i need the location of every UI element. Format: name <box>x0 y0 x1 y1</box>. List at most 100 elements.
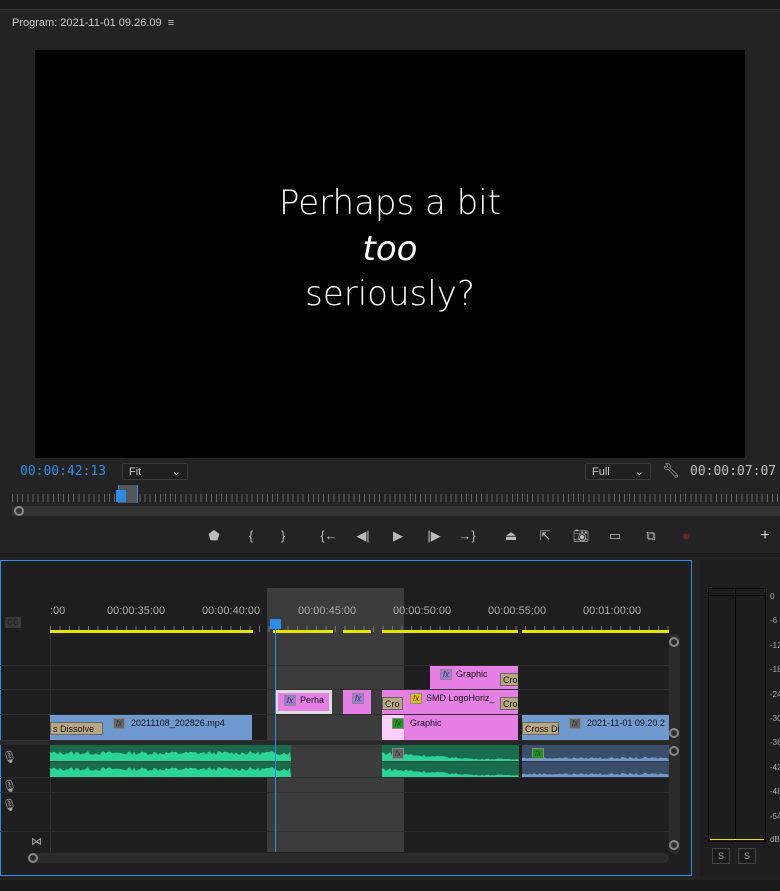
program-monitor-title[interactable]: Program: 2021-11-01 09.26.09 ≡ <box>12 17 174 29</box>
render-bar <box>273 630 333 633</box>
track-v3: fx Graphic Cro <box>0 666 669 690</box>
meter-scale-label: -42 <box>770 763 780 772</box>
scroll-handle[interactable] <box>28 853 38 863</box>
solo-button[interactable]: S <box>712 848 730 864</box>
resolution-select[interactable]: Full ⌄ <box>585 463 651 480</box>
playhead-handle[interactable] <box>116 490 126 502</box>
export-frame-icon[interactable]: 📷︎ <box>572 527 590 545</box>
microphone-icon[interactable]: 🎙︎ <box>2 750 17 764</box>
audio-bowtie-icon[interactable]: ⋈ <box>31 835 42 848</box>
clip-perhaps[interactable]: fx Perha <box>275 690 332 714</box>
clip-20211108-mp4[interactable]: s Dissolve fx 20211108_202826.mp4 <box>50 715 252 740</box>
clip-graphic[interactable]: fx Graphic <box>382 715 518 740</box>
clip-2021-11-01[interactable]: Cross Di fx 2021-11-01 09.20.2 <box>522 715 669 740</box>
meter-scale-label: -6 <box>770 616 778 625</box>
scroll-handle[interactable] <box>669 840 679 850</box>
play-icon[interactable]: ▶ <box>389 527 407 545</box>
comparison-view-icon[interactable]: ▭ <box>606 527 624 545</box>
frame-text-line: seriously? <box>305 274 475 314</box>
ruler-label: 00:00:50:00 <box>393 605 452 617</box>
track-a3 <box>0 793 669 832</box>
meter-scale-label: -18 <box>770 665 780 674</box>
horizontal-scrollbar[interactable] <box>28 853 669 863</box>
playhead-line <box>275 620 276 852</box>
fx-badge: fx <box>532 748 544 759</box>
top-strip <box>0 0 780 10</box>
meter-scale-label: -12 <box>770 641 780 650</box>
clip-graphic[interactable]: fx Graphic Cro <box>430 666 518 689</box>
track-v2: fx Perha fx fx SMD LogoHoriz_ Cro Cro <box>0 690 669 715</box>
clip-smd-logo[interactable]: fx SMD LogoHoriz_ Cro Cro <box>382 690 518 714</box>
zoom-scrollbar[interactable] <box>12 506 780 516</box>
step-back-icon[interactable]: ◀| <box>354 527 372 545</box>
go-to-in-icon[interactable]: {← <box>320 527 338 545</box>
audio-clip-waveform[interactable] <box>50 745 291 777</box>
transition-cross-dissolve[interactable]: Cro <box>382 697 403 710</box>
ruler-label: 00:00:45:00 <box>298 605 357 617</box>
meter-scale-label: -54 <box>770 812 780 821</box>
go-to-out-icon[interactable]: →} <box>458 527 476 545</box>
fx-badge: fx <box>284 695 296 706</box>
panel-divider[interactable] <box>0 553 780 557</box>
track-v1: s Dissolve fx 20211108_202826.mp4 fx Graphi… <box>0 715 669 741</box>
microphone-icon[interactable]: 🎙︎ <box>2 779 17 793</box>
meter-level <box>710 839 764 840</box>
render-bar <box>382 630 518 633</box>
transition-cross-dissolve[interactable]: Cro <box>500 697 518 710</box>
add-button-icon[interactable]: + <box>756 527 774 545</box>
zoom-value: Fit <box>129 465 142 478</box>
extract-icon[interactable]: ⇱ <box>536 527 554 545</box>
scroll-handle[interactable] <box>669 728 679 738</box>
fx-badge: fx <box>113 718 125 729</box>
fx-badge: fx <box>410 693 422 704</box>
program-title-text: Program: 2021-11-01 09.26.09 <box>12 17 162 29</box>
record-icon[interactable]: ● <box>677 527 695 545</box>
hamburger-icon[interactable]: ≡ <box>165 17 174 29</box>
solo-button[interactable]: S <box>738 848 756 864</box>
fx-badge: fx <box>569 718 581 729</box>
frame-text-line: Perhaps a bit <box>278 183 502 223</box>
lift-icon[interactable]: ⏏ <box>502 527 520 545</box>
frame-text-line: too <box>362 229 418 269</box>
meter-scale-label: -36 <box>770 738 780 747</box>
duration-timecode: 00:00:07:07 <box>690 464 777 479</box>
scroll-handle[interactable] <box>669 637 679 647</box>
fx-badge: fx <box>392 718 404 729</box>
vertical-scrollbar[interactable] <box>669 634 680 854</box>
clip-graphic-small[interactable]: fx <box>343 690 371 714</box>
clip-label: 20211108_202826.mp4 <box>131 718 225 728</box>
chevron-down-icon: ⌄ <box>634 466 644 478</box>
track-v4 <box>0 641 669 666</box>
wrench-icon[interactable]: 🔧︎ <box>662 462 680 479</box>
scrollbar-handle[interactable] <box>14 506 24 516</box>
program-video-frame: Perhaps a bit too seriously? <box>35 50 745 458</box>
microphone-icon[interactable]: 🎙︎ <box>2 798 17 812</box>
step-forward-icon[interactable]: |▶ <box>425 527 443 545</box>
clip-label: Perha <box>300 695 325 705</box>
transition-cross-dissolve[interactable]: Cro <box>500 673 518 686</box>
meter-scale-label: -24 <box>770 690 780 699</box>
clip-label: Graphic <box>410 718 442 728</box>
audio-clip-waveform[interactable] <box>522 745 669 777</box>
meter-scale-label: -48 <box>770 787 780 796</box>
meter-scale-label: 0 <box>770 592 775 601</box>
captions-icon[interactable]: CC <box>5 617 21 628</box>
ruler-label: 00:00:40:00 <box>202 605 261 617</box>
zoom-select[interactable]: Fit ⌄ <box>122 463 188 480</box>
fx-badge: fx <box>352 693 364 704</box>
track-a2 <box>0 778 669 793</box>
scroll-handle[interactable] <box>669 746 679 756</box>
clip-label: Graphic <box>456 669 488 679</box>
meter-peak <box>708 588 766 596</box>
meter-scale-label: dB <box>770 835 780 844</box>
multicam-icon[interactable]: ⧉ <box>642 527 660 545</box>
playhead-handle[interactable] <box>270 619 281 629</box>
resolution-value: Full <box>592 465 610 478</box>
transition-cross-dissolve[interactable]: s Dissolve <box>50 722 103 735</box>
mark-in-icon[interactable]: { <box>242 527 260 545</box>
transition-cross-dissolve[interactable]: Cross Di <box>522 722 560 735</box>
track-a1: fx fx <box>0 745 669 778</box>
mark-out-icon[interactable]: } <box>274 527 292 545</box>
marker-icon[interactable]: ⬟ <box>205 527 223 545</box>
current-timecode[interactable]: 00:00:42:13 <box>20 464 106 479</box>
